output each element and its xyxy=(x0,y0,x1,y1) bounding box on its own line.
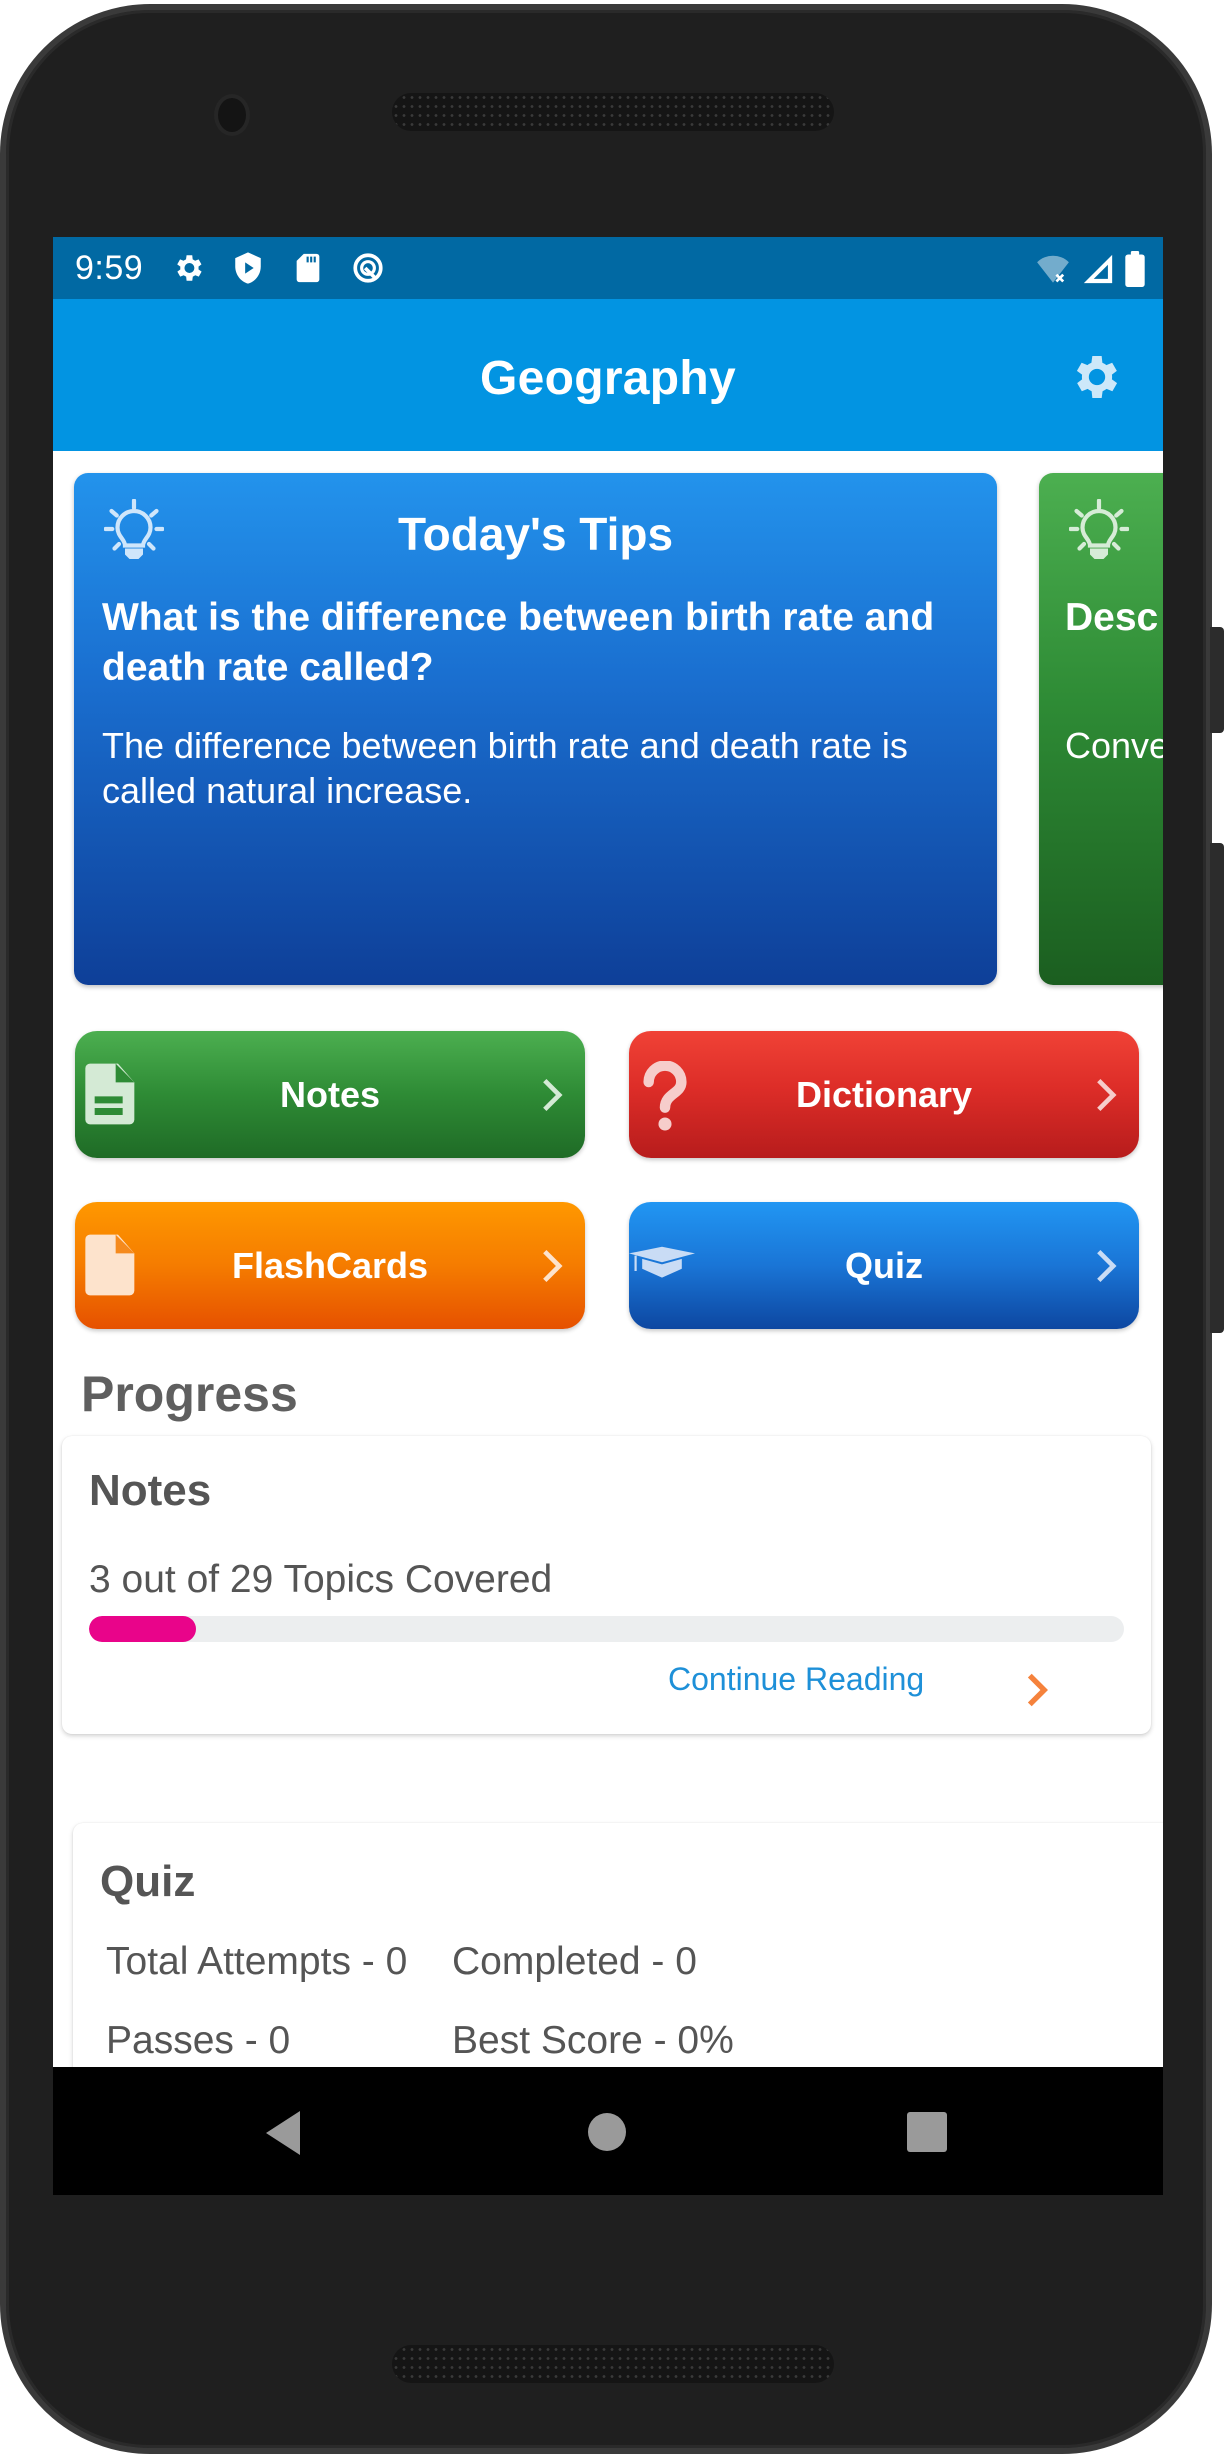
passes-stat: Passes - 0 xyxy=(106,2019,291,2062)
tip-heading: Today's Tips xyxy=(397,508,674,560)
flashcards-button-label: FlashCards xyxy=(231,1244,429,1286)
wifi-off-icon xyxy=(1035,252,1071,291)
power-key xyxy=(1210,627,1224,733)
continue-reading-link[interactable]: Continue Reading xyxy=(668,1661,924,1698)
question-mark-icon xyxy=(637,1060,697,1131)
recents-icon[interactable] xyxy=(906,2111,948,2158)
lightbulb-icon xyxy=(1068,498,1130,565)
front-camera xyxy=(218,98,246,132)
chevron-right-icon xyxy=(541,1248,563,1284)
graduation-cap-icon xyxy=(629,1242,695,1282)
sd-card-icon xyxy=(291,251,325,285)
topics-covered-text: 3 out of 29 Topics Covered xyxy=(89,1558,553,1601)
quiz-progress-title: Quiz xyxy=(100,1857,196,1906)
flashcards-button[interactable]: FlashCards xyxy=(75,1202,585,1329)
tip-answer: The difference between birth rate and de… xyxy=(102,725,908,811)
chevron-right-icon xyxy=(541,1077,563,1113)
bottom-speaker xyxy=(392,2345,834,2383)
tip-card[interactable]: Today's Tips What is the difference betw… xyxy=(74,473,997,985)
progress-section-title: Progress xyxy=(81,1366,298,1422)
screen: 9:59 Geography Today's Tips What is the … xyxy=(53,237,1163,2195)
tip-card-next[interactable]: Desc destr Conve Dense contir xyxy=(1039,473,1163,985)
settings-button[interactable] xyxy=(1069,349,1125,405)
gear-icon xyxy=(1076,356,1118,398)
notes-progress-card: Notes 3 out of 29 Topics Covered Continu… xyxy=(62,1436,1151,1734)
notes-progress-bar xyxy=(89,1616,1124,1642)
notes-progress-title: Notes xyxy=(89,1466,212,1515)
tip-question: What is the difference between birth rat… xyxy=(102,596,935,689)
best-score-stat: Best Score - 0% xyxy=(452,2019,734,2062)
dictionary-button[interactable]: Dictionary xyxy=(629,1031,1139,1158)
app-title: Geography xyxy=(479,351,737,405)
volume-key xyxy=(1210,843,1224,1333)
document-icon xyxy=(83,1061,143,1129)
app-bar: Geography xyxy=(53,299,1163,451)
status-bar: 9:59 xyxy=(53,237,1163,299)
back-icon[interactable] xyxy=(264,2111,302,2160)
play-protect-icon xyxy=(231,251,265,285)
chevron-right-icon[interactable] xyxy=(1026,1672,1049,1708)
chevron-right-icon xyxy=(1095,1077,1117,1113)
dictionary-button-label: Dictionary xyxy=(795,1073,973,1115)
earpiece-speaker xyxy=(392,93,834,131)
system-navigation-bar xyxy=(53,2067,1163,2195)
notes-button-label: Notes xyxy=(279,1073,381,1115)
quiz-button-label: Quiz xyxy=(845,1244,923,1286)
notes-button[interactable]: Notes xyxy=(75,1031,585,1158)
tip-question: Desc destr xyxy=(1065,596,1163,639)
quiz-button[interactable]: Quiz xyxy=(629,1202,1139,1329)
completed-stat: Completed - 0 xyxy=(452,1940,697,1983)
settings-icon xyxy=(171,251,205,285)
home-icon[interactable] xyxy=(587,2112,627,2157)
status-time: 9:59 xyxy=(75,248,144,287)
blank-page-icon xyxy=(83,1232,143,1300)
android-q-icon xyxy=(351,251,385,285)
notes-progress-fill xyxy=(89,1616,197,1642)
total-attempts-stat: Total Attempts - 0 xyxy=(106,1940,408,1983)
tip-answer: Conve Dense contir xyxy=(1065,725,1163,766)
chevron-right-icon xyxy=(1095,1248,1117,1284)
status-right-icons xyxy=(1035,251,1145,292)
battery-icon xyxy=(1125,251,1145,292)
signal-icon xyxy=(1081,252,1115,291)
